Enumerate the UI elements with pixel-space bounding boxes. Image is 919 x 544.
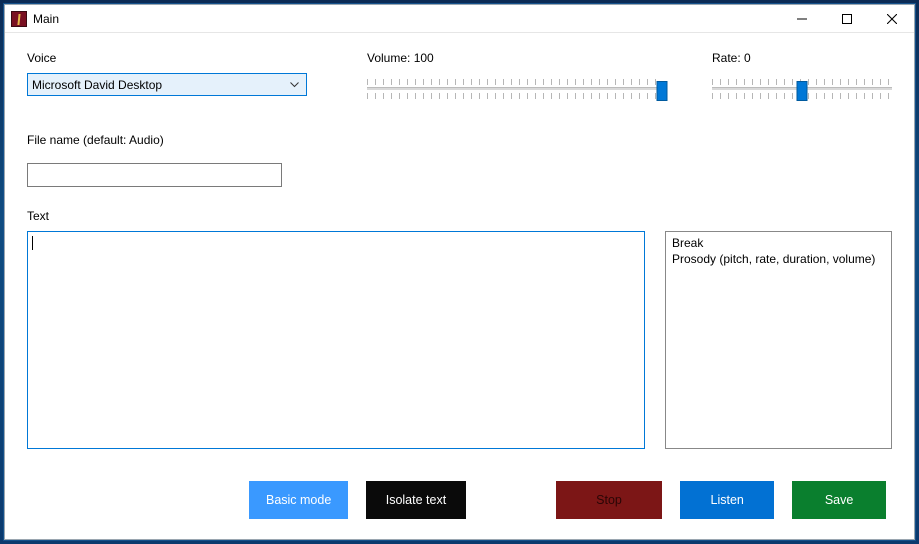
- voice-selected: Microsoft David Desktop: [32, 78, 286, 92]
- app-icon: [11, 11, 27, 27]
- text-input[interactable]: [27, 231, 645, 449]
- voice-dropdown[interactable]: Microsoft David Desktop: [27, 73, 307, 96]
- minimize-button[interactable]: [779, 5, 824, 32]
- rate-thumb[interactable]: [797, 81, 808, 101]
- tags-item-prosody[interactable]: Prosody (pitch, rate, duration, volume): [672, 251, 885, 267]
- isolate-text-button[interactable]: Isolate text: [366, 481, 465, 519]
- client-area: Voice Microsoft David Desktop Volume: 10…: [5, 33, 914, 539]
- listen-button[interactable]: Listen: [680, 481, 774, 519]
- filename-input[interactable]: [27, 163, 282, 187]
- tags-list[interactable]: Break Prosody (pitch, rate, duration, vo…: [665, 231, 892, 449]
- voice-label: Voice: [27, 51, 307, 65]
- maximize-button[interactable]: [824, 5, 869, 32]
- close-icon: [887, 14, 897, 24]
- text-label: Text: [27, 209, 892, 223]
- window-title: Main: [33, 5, 59, 33]
- rate-label: Rate: 0: [712, 51, 892, 65]
- footer-buttons: Basic mode Isolate text Stop Listen Save: [5, 481, 914, 519]
- filename-label: File name (default: Audio): [27, 133, 282, 147]
- title-bar: Main: [5, 5, 914, 33]
- close-button[interactable]: [869, 5, 914, 32]
- save-button[interactable]: Save: [792, 481, 886, 519]
- basic-mode-button[interactable]: Basic mode: [249, 481, 348, 519]
- maximize-icon: [842, 14, 852, 24]
- minimize-icon: [797, 14, 807, 24]
- main-window: Main Voice Microsoft David Desktop: [4, 4, 915, 540]
- text-caret: [32, 236, 33, 250]
- chevron-down-icon: [286, 74, 302, 95]
- volume-label: Volume: 100: [367, 51, 662, 65]
- volume-slider[interactable]: [367, 77, 662, 107]
- stop-button[interactable]: Stop: [556, 481, 663, 519]
- rate-slider[interactable]: [712, 77, 892, 107]
- volume-thumb[interactable]: [657, 81, 668, 101]
- tags-item-break[interactable]: Break: [672, 235, 885, 251]
